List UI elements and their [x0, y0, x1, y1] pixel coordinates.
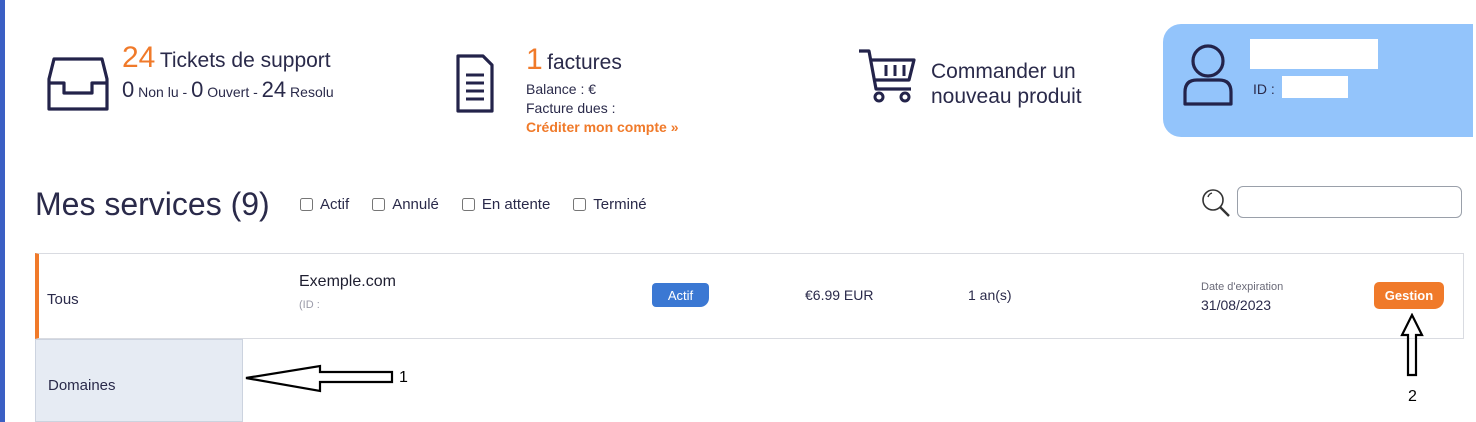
expiration-label: Date d'expiration: [1201, 281, 1284, 293]
balance-label: Balance : €: [526, 81, 597, 97]
invoices-title: factures: [547, 51, 622, 74]
tab-domaines-label: Domaines: [48, 377, 116, 394]
resolved-label: Resolu: [290, 84, 334, 100]
billing-cycle: 1 an(s): [968, 287, 1012, 303]
gestion-button[interactable]: Gestion: [1374, 282, 1444, 309]
user-card[interactable]: ID :: [1163, 24, 1473, 137]
due-invoices-label: Facture dues :: [526, 100, 616, 116]
user-name-redacted: [1250, 39, 1378, 69]
annotation-label-1: 1: [399, 369, 408, 386]
inbox-icon: [46, 55, 110, 118]
tickets-title: Tickets de support: [159, 49, 331, 72]
user-id-label: ID :: [1253, 81, 1275, 97]
order-line-1: Commander un: [931, 60, 1076, 83]
unread-count: 0: [122, 77, 135, 102]
unread-label: Non lu: [138, 84, 179, 100]
annotation-label-2: 2: [1408, 388, 1417, 405]
filter-en-attente[interactable]: En attente: [461, 196, 550, 213]
filter-termine[interactable]: Terminé: [573, 196, 647, 213]
page-title: Mes services (9): [35, 186, 270, 222]
filter-actif-checkbox[interactable]: [300, 198, 313, 211]
filter-en-attente-checkbox[interactable]: [461, 198, 475, 211]
tickets-stat[interactable]: 24 Tickets de support 0 Non lu - 0 Ouver…: [122, 43, 334, 103]
filter-annule[interactable]: Annulé: [372, 196, 439, 213]
service-name: Exemple.com: [299, 273, 396, 290]
tab-tous[interactable]: Tous: [47, 291, 79, 308]
left-edge-bar: [0, 0, 5, 422]
credit-account-link[interactable]: Créditer mon compte »: [526, 119, 678, 135]
expiration-date: 31/08/2023: [1201, 297, 1272, 313]
up-arrow-icon: [1400, 312, 1424, 382]
resolved-count: 24: [261, 77, 287, 102]
service-id: (ID :: [299, 299, 320, 311]
invoices-count: 1: [526, 43, 543, 76]
filter-termine-checkbox[interactable]: [573, 198, 587, 211]
cart-icon[interactable]: [857, 47, 919, 108]
search-input[interactable]: [1237, 186, 1462, 218]
user-icon: [1181, 42, 1235, 113]
filter-annule-checkbox[interactable]: [372, 198, 386, 211]
filter-actif[interactable]: Actif: [300, 196, 349, 213]
status-filters: Actif Annulé En attente Terminé: [300, 196, 670, 213]
services-panel: [35, 253, 1464, 339]
tab-domaines[interactable]: Domaines: [35, 339, 243, 422]
service-price: €6.99 EUR: [805, 287, 874, 303]
order-line-2: nouveau produit: [931, 85, 1082, 108]
invoices-stat[interactable]: 1 factures Balance : € Facture dues : Cr…: [526, 45, 678, 137]
open-label: Ouvert: [207, 84, 250, 100]
order-new-product-link[interactable]: Commander un nouveau produit: [931, 59, 1082, 109]
tickets-count: 24: [122, 41, 156, 74]
open-count: 0: [191, 77, 204, 102]
invoice-icon: [455, 53, 495, 120]
user-id-redacted: [1282, 76, 1348, 98]
status-badge: Actif: [652, 283, 709, 307]
search-icon[interactable]: [1200, 187, 1232, 224]
left-arrow-icon: [244, 364, 396, 399]
